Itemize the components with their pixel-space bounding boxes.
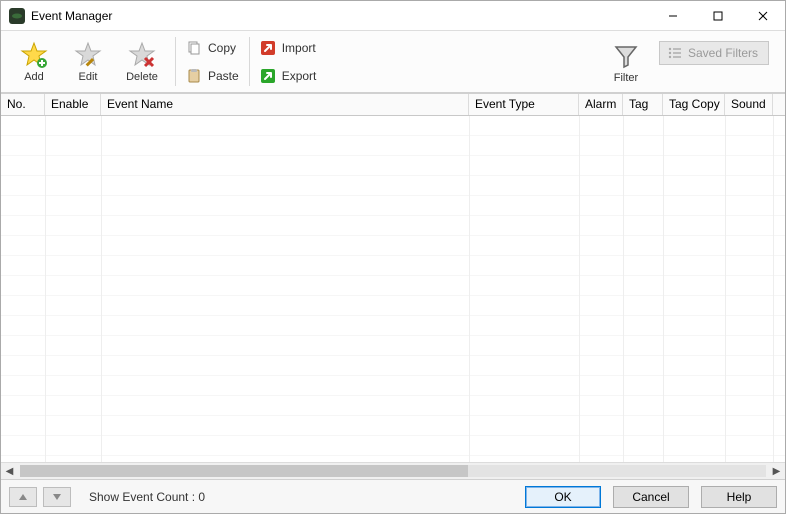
scroll-left-arrow[interactable]: ◀ bbox=[1, 463, 18, 480]
star-add-icon bbox=[20, 41, 48, 69]
cancel-button[interactable]: Cancel bbox=[613, 486, 689, 508]
cancel-label: Cancel bbox=[632, 490, 669, 504]
close-button[interactable] bbox=[740, 1, 785, 30]
scroll-right-arrow[interactable]: ▶ bbox=[768, 463, 785, 480]
delete-label: Delete bbox=[126, 71, 158, 83]
move-down-button[interactable] bbox=[43, 487, 71, 507]
list-icon bbox=[668, 46, 682, 60]
column-divider bbox=[725, 116, 726, 462]
column-header-enable[interactable]: Enable bbox=[45, 94, 101, 115]
toolbar-group-io: Import Export bbox=[250, 31, 327, 92]
maximize-button[interactable] bbox=[695, 1, 740, 30]
export-icon bbox=[260, 68, 276, 84]
column-divider bbox=[579, 116, 580, 462]
filter-label: Filter bbox=[614, 72, 638, 84]
star-edit-icon bbox=[74, 41, 102, 69]
grid-header: No.EnableEvent NameEvent TypeAlarmTagTag… bbox=[1, 94, 785, 116]
toolbar-group-edit-main: Add Edit bbox=[1, 31, 175, 92]
saved-filters-button[interactable]: Saved Filters bbox=[659, 41, 769, 65]
column-header-event-name[interactable]: Event Name bbox=[101, 94, 469, 115]
column-header-tag-copy[interactable]: Tag Copy bbox=[663, 94, 725, 115]
paste-label: Paste bbox=[208, 69, 239, 83]
help-label: Help bbox=[727, 490, 752, 504]
window-title: Event Manager bbox=[31, 9, 650, 23]
column-header-tag[interactable]: Tag bbox=[623, 94, 663, 115]
paste-icon bbox=[186, 68, 202, 84]
toolbar-group-filter: Filter Saved Filters bbox=[593, 31, 785, 92]
column-header-event-type[interactable]: Event Type bbox=[469, 94, 579, 115]
export-button[interactable]: Export bbox=[256, 65, 321, 87]
scroll-thumb[interactable] bbox=[20, 465, 468, 477]
add-label: Add bbox=[24, 71, 44, 83]
export-label: Export bbox=[282, 69, 317, 83]
copy-icon bbox=[186, 40, 202, 56]
event-grid: No.EnableEvent NameEvent TypeAlarmTagTag… bbox=[1, 93, 785, 479]
copy-label: Copy bbox=[208, 41, 236, 55]
column-divider bbox=[773, 116, 774, 462]
grid-body[interactable] bbox=[1, 116, 785, 462]
move-up-button[interactable] bbox=[9, 487, 37, 507]
toolbar-spacer bbox=[326, 31, 593, 92]
horizontal-scrollbar[interactable]: ◀ ▶ bbox=[1, 462, 785, 479]
footer: Show Event Count : 0 OK Cancel Help bbox=[1, 479, 785, 513]
filter-button[interactable]: Filter bbox=[599, 35, 653, 91]
star-delete-icon bbox=[128, 41, 156, 69]
ok-button[interactable]: OK bbox=[525, 486, 601, 508]
edit-button[interactable]: Edit bbox=[61, 34, 115, 90]
toolbar: Add Edit bbox=[1, 31, 785, 93]
import-button[interactable]: Import bbox=[256, 37, 321, 59]
funnel-icon bbox=[612, 42, 640, 70]
app-icon bbox=[9, 8, 25, 24]
copy-button[interactable]: Copy bbox=[182, 37, 243, 59]
edit-label: Edit bbox=[79, 71, 98, 83]
help-button[interactable]: Help bbox=[701, 486, 777, 508]
paste-button[interactable]: Paste bbox=[182, 65, 243, 87]
column-divider bbox=[623, 116, 624, 462]
column-divider bbox=[101, 116, 102, 462]
column-header-no-[interactable]: No. bbox=[1, 94, 45, 115]
grid-col-lines bbox=[1, 116, 785, 462]
window: Event Manager Add bbox=[0, 0, 786, 514]
column-header-sound[interactable]: Sound bbox=[725, 94, 773, 115]
titlebar: Event Manager bbox=[1, 1, 785, 31]
column-divider bbox=[469, 116, 470, 462]
saved-filters-label: Saved Filters bbox=[688, 46, 758, 60]
toolbar-group-clipboard: Copy Paste bbox=[176, 31, 249, 92]
import-label: Import bbox=[282, 41, 316, 55]
import-icon bbox=[260, 40, 276, 56]
column-header-alarm[interactable]: Alarm bbox=[579, 94, 623, 115]
add-button[interactable]: Add bbox=[7, 34, 61, 90]
column-divider bbox=[45, 116, 46, 462]
ok-label: OK bbox=[554, 490, 571, 504]
column-divider bbox=[663, 116, 664, 462]
minimize-button[interactable] bbox=[650, 1, 695, 30]
delete-button[interactable]: Delete bbox=[115, 34, 169, 90]
status-text: Show Event Count : 0 bbox=[89, 490, 205, 504]
scroll-track[interactable] bbox=[20, 465, 766, 477]
